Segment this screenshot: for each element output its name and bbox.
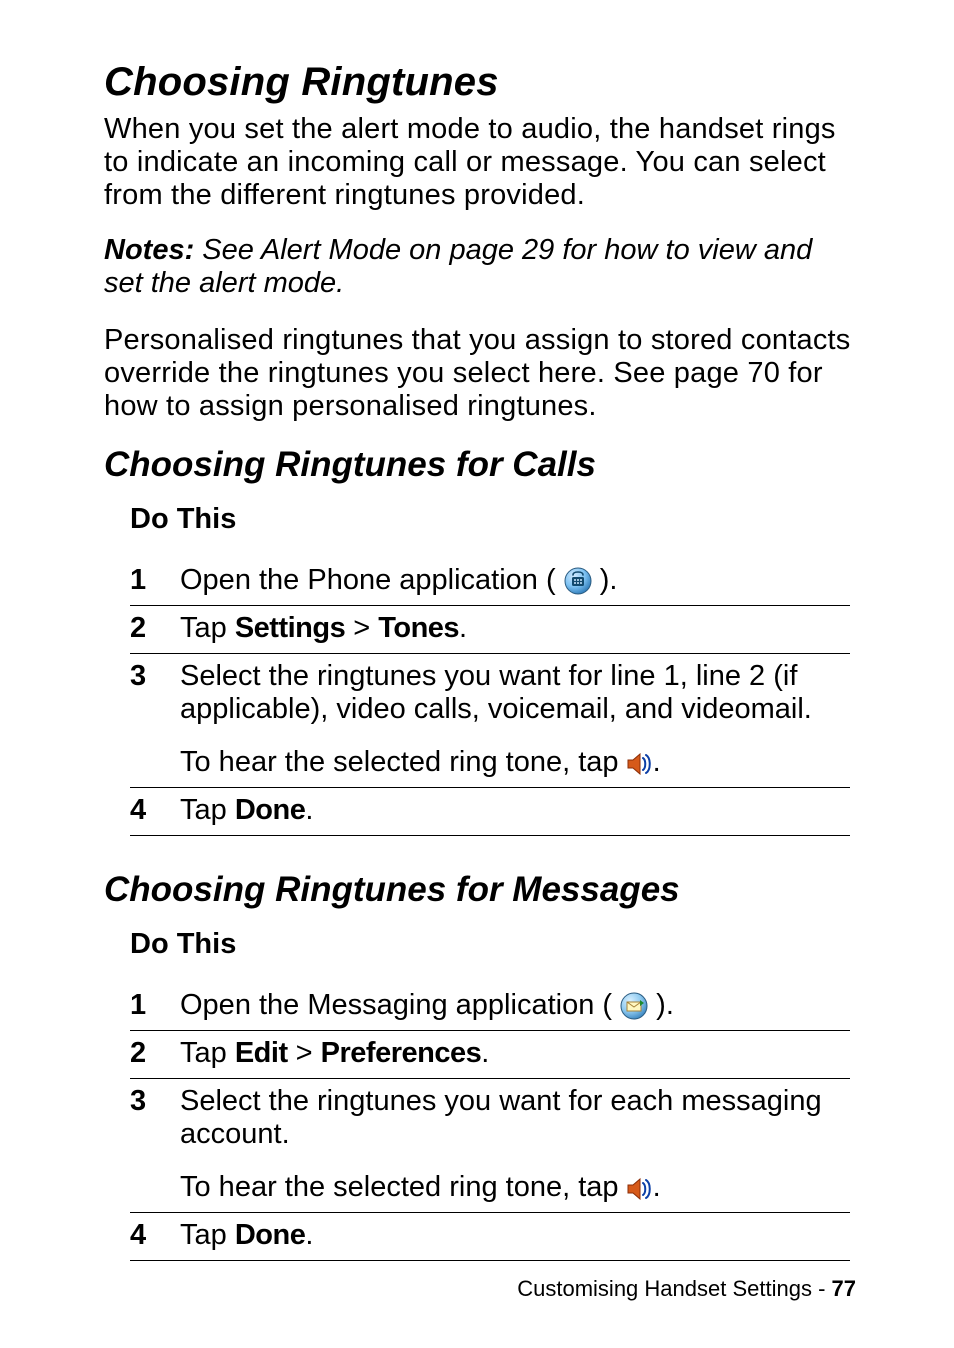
messaging-app-icon	[620, 992, 648, 1020]
step-text: Select the ringtunes you want for line 1…	[180, 654, 850, 788]
page-title: Choosing Ringtunes	[104, 60, 856, 105]
section-title-calls: Choosing Ringtunes for Calls	[104, 445, 856, 485]
footer-text: Customising Handset Settings -	[517, 1276, 831, 1301]
menu-label-done: Done	[235, 794, 306, 826]
step-text: Tap Edit > Preferences.	[180, 1031, 850, 1079]
step-text: Tap Done.	[180, 788, 850, 836]
step-text: Open the Phone application (	[180, 558, 850, 606]
steps-table-messages: 1 Open the Messaging application (	[130, 983, 850, 1261]
intro-paragraph: When you set the alert mode to audio, th…	[104, 113, 856, 212]
notes-label: Notes:	[104, 234, 194, 266]
step-text: Select the ringtunes you want for each m…	[180, 1079, 850, 1213]
step-number: 1	[130, 983, 180, 1031]
table-row: 2 Tap Settings > Tones.	[130, 606, 850, 654]
page-number: 77	[832, 1276, 856, 1301]
table-row: 3 Select the ringtunes you want for each…	[130, 1079, 850, 1213]
step-number: 4	[130, 788, 180, 836]
menu-label-edit: Edit	[235, 1037, 288, 1069]
page-footer: Customising Handset Settings - 77	[517, 1276, 856, 1302]
table-row: 4 Tap Done.	[130, 788, 850, 836]
table-row: 3 Select the ringtunes you want for line…	[130, 654, 850, 788]
step-text: Open the Messaging application (	[180, 983, 850, 1031]
step-text: Tap Settings > Tones.	[180, 606, 850, 654]
step-number: 3	[130, 654, 180, 788]
step-number: 2	[130, 1031, 180, 1079]
step-number: 1	[130, 558, 180, 606]
table-row: 2 Tap Edit > Preferences.	[130, 1031, 850, 1079]
menu-label-done: Done	[235, 1219, 306, 1251]
table-row: 1 Open the Messaging application (	[130, 983, 850, 1031]
play-sound-icon	[627, 1178, 653, 1200]
phone-app-icon	[564, 567, 592, 595]
section-title-messages: Choosing Ringtunes for Messages	[104, 870, 856, 910]
play-sound-icon	[627, 753, 653, 775]
table-row: 4 Tap Done.	[130, 1213, 850, 1261]
do-this-header-messages: Do This	[130, 928, 856, 961]
step-number: 4	[130, 1213, 180, 1261]
step-text: Tap Done.	[180, 1213, 850, 1261]
table-row: 1 Open the Phone application (	[130, 558, 850, 606]
notes-text: See Alert Mode on page 29 for how to vie…	[104, 234, 812, 299]
menu-label-preferences: Preferences	[321, 1037, 482, 1069]
notes-paragraph: Notes: See Alert Mode on page 29 for how…	[104, 234, 856, 300]
menu-label-tones: Tones	[378, 612, 459, 644]
do-this-header-calls: Do This	[130, 503, 856, 536]
steps-table-calls: 1 Open the Phone application (	[130, 558, 850, 836]
override-paragraph: Personalised ringtunes that you assign t…	[104, 324, 856, 423]
step-number: 2	[130, 606, 180, 654]
step-number: 3	[130, 1079, 180, 1213]
menu-label-settings: Settings	[235, 612, 345, 644]
